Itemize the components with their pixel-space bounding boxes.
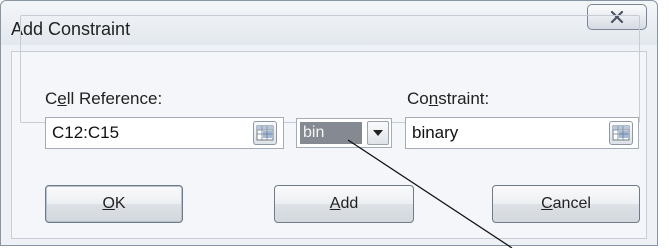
chevron-down-icon: [373, 130, 383, 136]
cancel-label: Cancel: [541, 195, 591, 212]
range-select-icon: [612, 125, 630, 141]
add-button[interactable]: Add: [274, 185, 414, 223]
cell-reference-select-button[interactable]: [253, 121, 277, 145]
operator-value: bin: [300, 122, 362, 144]
operator-dropdown-arrow[interactable]: [367, 121, 389, 145]
cell-reference-input[interactable]: C12:C15: [45, 117, 284, 149]
constraint-input[interactable]: binary: [405, 117, 639, 149]
cell-reference-label: Cell Reference:: [45, 89, 163, 108]
cell-reference-value: C12:C15: [52, 123, 120, 142]
cancel-button[interactable]: Cancel: [492, 185, 640, 223]
range-select-icon: [256, 125, 274, 141]
ok-label: OK: [102, 195, 126, 212]
constraint-label: Constraint:: [407, 89, 490, 108]
operator-dropdown[interactable]: bin: [296, 118, 392, 148]
constraint-value: binary: [412, 123, 459, 142]
ok-button[interactable]: OK: [45, 185, 183, 223]
constraint-select-button[interactable]: [609, 121, 633, 145]
add-constraint-dialog: Add Constraint Cell Reference: C12:C15 b…: [0, 0, 658, 246]
add-label: Add: [329, 195, 359, 212]
